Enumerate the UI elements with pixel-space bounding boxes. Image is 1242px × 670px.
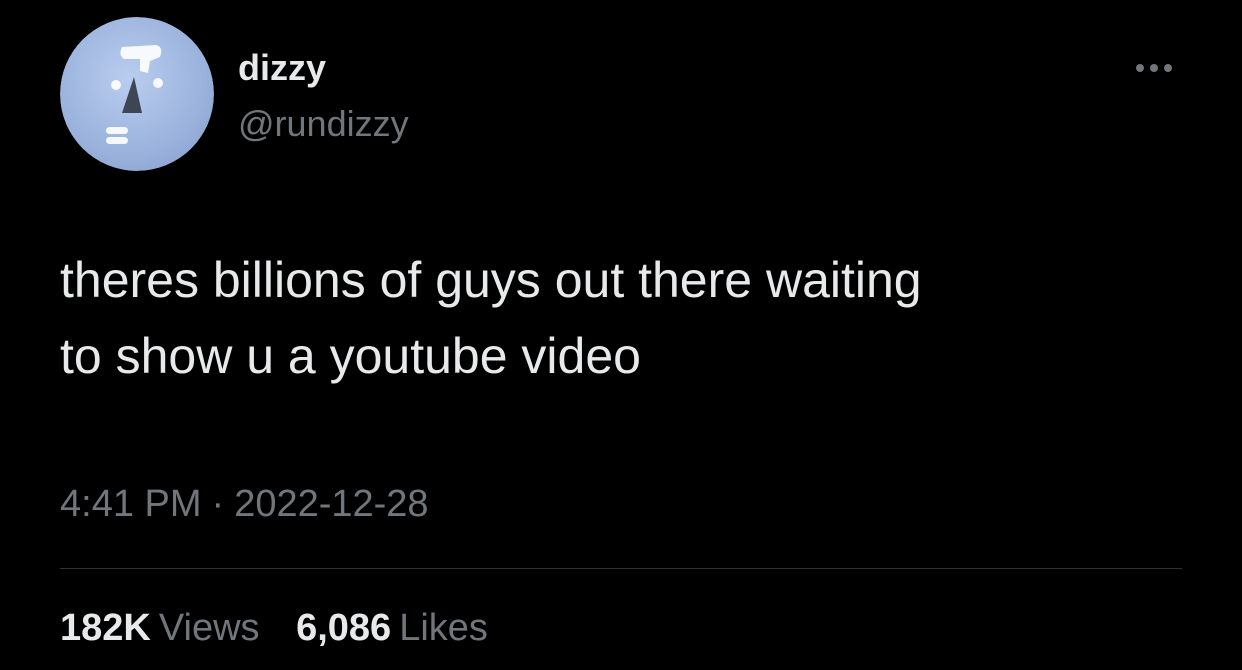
more-options-icon[interactable] — [1126, 52, 1182, 84]
likes-stat[interactable]: 6,086 Likes — [296, 602, 488, 654]
likes-label: Likes — [399, 607, 488, 649]
author-handle[interactable]: @rundizzy — [238, 102, 409, 146]
divider — [60, 568, 1182, 569]
tweet-card: dizzy @rundizzy theres billions of guys … — [0, 0, 1242, 670]
views-count: 182K — [60, 607, 151, 649]
tweet-text-line: theres billions of guys out there waitin… — [60, 252, 922, 308]
more-dot — [1136, 64, 1144, 72]
views-label: Views — [158, 607, 260, 649]
tweet-text: theres billions of guys out there waitin… — [60, 242, 1190, 394]
author-display-name[interactable]: dizzy — [238, 46, 326, 90]
tweet-time[interactable]: 4:41 PM — [60, 483, 202, 525]
avatar[interactable] — [60, 17, 214, 171]
tweet-text-line: to show u a youtube video — [60, 328, 641, 384]
tweet-timestamp: 4:41 PM · 2022-12-28 — [60, 478, 429, 530]
moai-face-avatar-icon — [60, 17, 214, 171]
views-stat[interactable]: 182K Views — [60, 602, 260, 654]
timestamp-separator: · — [211, 483, 225, 525]
more-dot — [1150, 64, 1158, 72]
likes-count: 6,086 — [296, 607, 392, 649]
more-dot — [1164, 64, 1172, 72]
tweet-stats: 182K Views 6,086 Likes — [60, 602, 488, 654]
tweet-date[interactable]: 2022-12-28 — [234, 483, 428, 525]
